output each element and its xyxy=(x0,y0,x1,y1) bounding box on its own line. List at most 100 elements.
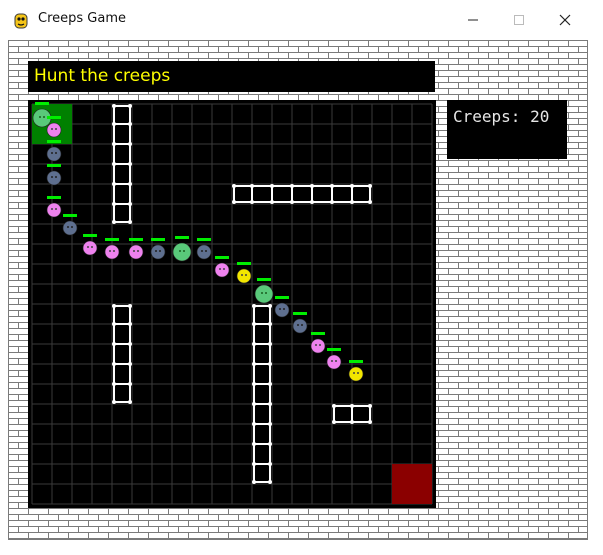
close-icon xyxy=(559,14,571,26)
creep-eye xyxy=(159,250,161,252)
wall-joint xyxy=(252,382,256,386)
exit-zone xyxy=(392,464,432,504)
creep-eye xyxy=(183,250,185,252)
game-window: Creeps Game Hunt the creeps Creeps: 20 xyxy=(0,0,603,555)
creep-eye xyxy=(179,250,181,252)
wall-joint xyxy=(268,480,272,484)
creep-green xyxy=(172,242,192,262)
creep-eye xyxy=(261,292,263,294)
creep-blue xyxy=(46,146,62,162)
creep-health-bar xyxy=(47,164,61,167)
wall-joint xyxy=(250,200,254,204)
wall-joint xyxy=(128,220,132,224)
creep-eye xyxy=(301,324,303,326)
creep-eye xyxy=(55,128,57,130)
window-title: Creeps Game xyxy=(38,11,126,26)
creep-eye xyxy=(55,208,57,210)
creep-yellow xyxy=(348,366,364,382)
creep-eye xyxy=(315,344,317,346)
creep-health-bar xyxy=(105,238,119,241)
creep-eye xyxy=(55,152,57,154)
creep-health-bar xyxy=(275,296,289,299)
wall-joint xyxy=(128,122,132,126)
wall-joint xyxy=(112,304,116,308)
creep-health-bar xyxy=(47,116,61,119)
wall-joint xyxy=(368,200,372,204)
creep-eye xyxy=(155,250,157,252)
wall-joint xyxy=(330,200,334,204)
creep-health-bar xyxy=(293,312,307,315)
wall-joint xyxy=(112,182,116,186)
wall-joint xyxy=(112,400,116,404)
wall-joint xyxy=(252,304,256,308)
creep-health-bar xyxy=(151,238,165,241)
creep-pink xyxy=(128,244,144,260)
wall-joint xyxy=(310,200,314,204)
wall-joint xyxy=(128,322,132,326)
creep-health-bar xyxy=(197,238,211,241)
wall-joint xyxy=(350,200,354,204)
wall-joint xyxy=(268,422,272,426)
creep-health-bar xyxy=(311,332,325,335)
creep-eye xyxy=(55,176,57,178)
wall-joint xyxy=(268,402,272,406)
wall-joint xyxy=(268,322,272,326)
wall-joint xyxy=(252,342,256,346)
creep-pink xyxy=(46,202,62,218)
wall-joint xyxy=(112,122,116,126)
creep-eye xyxy=(219,268,221,270)
creep-yellow xyxy=(236,268,252,284)
wall-joint xyxy=(368,420,372,424)
creep-eye xyxy=(335,360,337,362)
wall-joint xyxy=(368,404,372,408)
creep-pink xyxy=(82,240,98,256)
wall-joint xyxy=(332,420,336,424)
creep-eye xyxy=(51,128,53,130)
creep-eye xyxy=(51,152,53,154)
wall-joint xyxy=(252,422,256,426)
wall-joint xyxy=(290,184,294,188)
wall-joint xyxy=(252,462,256,466)
wall-joint xyxy=(128,342,132,346)
wall-joint xyxy=(350,420,354,424)
creep-pink xyxy=(310,338,326,354)
wall-joint xyxy=(128,304,132,308)
wall-joint xyxy=(268,342,272,346)
creeps-counter: Creeps: 20 xyxy=(453,107,550,126)
creep-eye xyxy=(201,250,203,252)
creep-eye xyxy=(51,208,53,210)
creep-blue xyxy=(196,244,212,260)
wall-joint xyxy=(128,202,132,206)
creep-eye xyxy=(319,344,321,346)
wall-joint xyxy=(128,162,132,166)
creep-eye xyxy=(205,250,207,252)
wall-joint xyxy=(368,184,372,188)
wall-joint xyxy=(112,362,116,366)
creep-eye xyxy=(71,226,73,228)
game-field[interactable] xyxy=(28,100,436,508)
wall-joint xyxy=(268,362,272,366)
wall-joint xyxy=(270,184,274,188)
title-bar[interactable]: Creeps Game xyxy=(0,0,603,40)
wall-joint xyxy=(268,304,272,308)
wall-joint xyxy=(112,162,116,166)
game-board[interactable] xyxy=(28,100,436,508)
creep-eye xyxy=(109,250,111,252)
maximize-button[interactable] xyxy=(496,0,542,40)
wall-joint xyxy=(128,104,132,108)
creep-eye xyxy=(137,250,139,252)
close-button[interactable] xyxy=(542,0,588,40)
creep-eye xyxy=(39,116,41,118)
wall-joint xyxy=(350,184,354,188)
creep-health-bar xyxy=(35,102,49,105)
creep-health-bar xyxy=(175,236,189,239)
game-message: Hunt the creeps xyxy=(34,66,171,86)
creep-blue xyxy=(150,244,166,260)
minimize-button[interactable] xyxy=(450,0,496,40)
creep-blue xyxy=(62,220,78,236)
creep-eye xyxy=(283,308,285,310)
creep-health-bar xyxy=(47,196,61,199)
wall-joint xyxy=(268,442,272,446)
creep-health-bar xyxy=(349,360,363,363)
wall-joint xyxy=(310,184,314,188)
